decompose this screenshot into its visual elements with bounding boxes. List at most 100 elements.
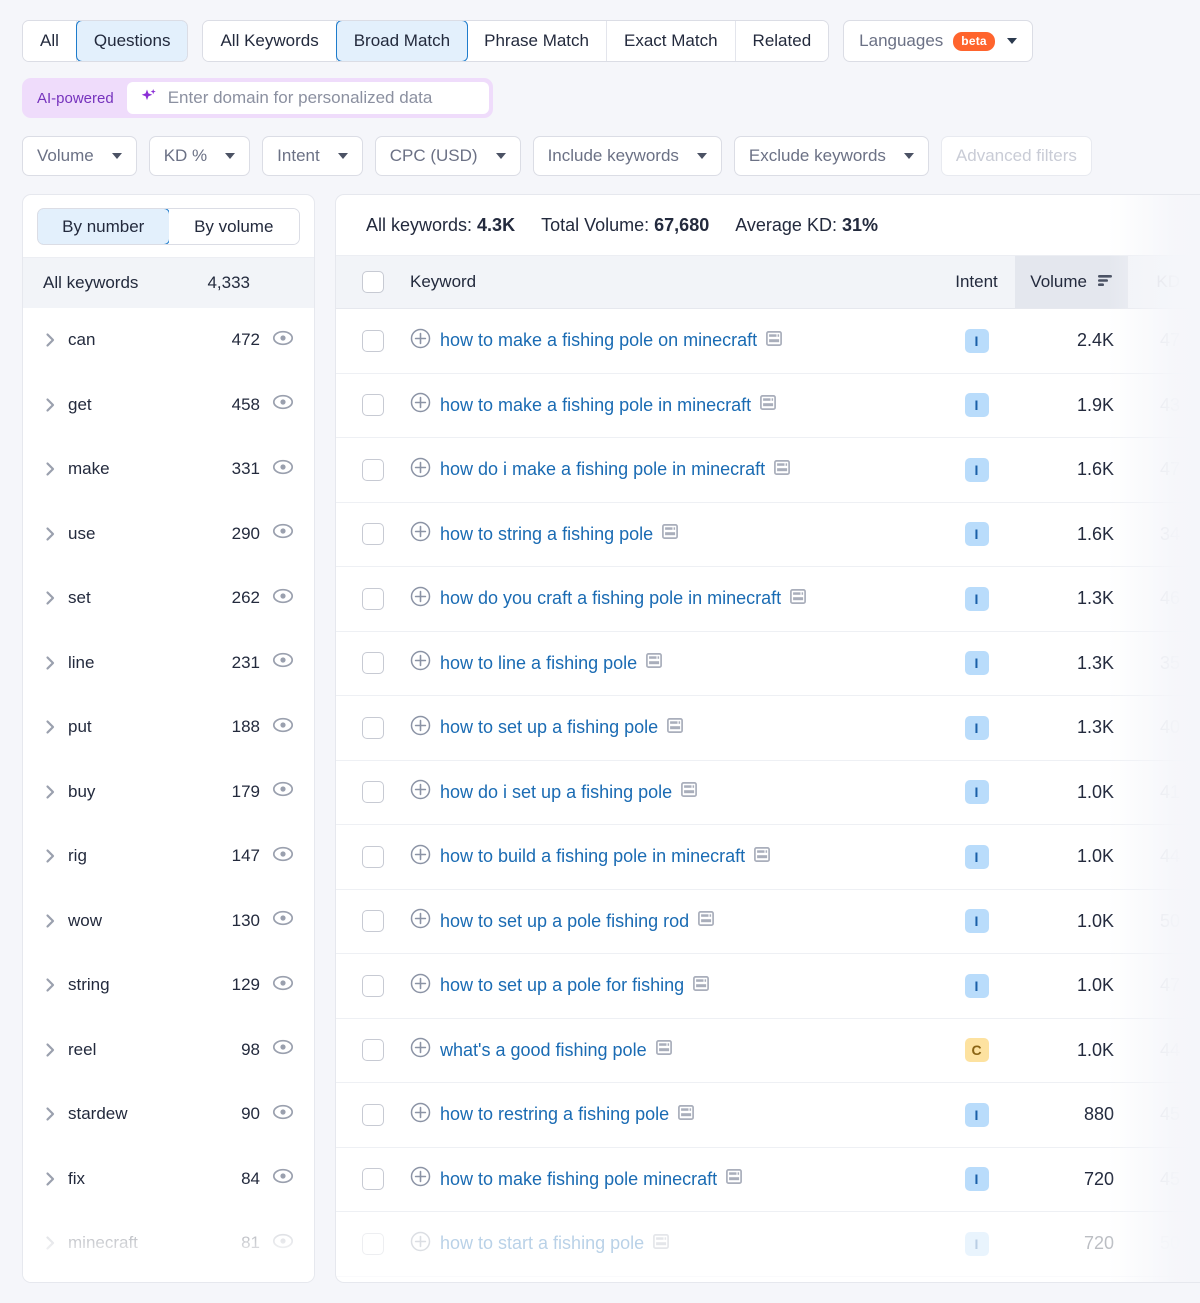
intent-badge[interactable]: I: [964, 1102, 989, 1127]
chevron-right-icon[interactable]: [37, 332, 63, 348]
serp-features-icon[interactable]: [760, 395, 777, 415]
serp-features-icon[interactable]: [726, 1169, 743, 1189]
chevron-right-icon[interactable]: [37, 1171, 63, 1187]
filter-cpc-usd-[interactable]: CPC (USD): [374, 136, 521, 176]
tab-broad-match[interactable]: Broad Match: [335, 21, 469, 61]
keyword-link[interactable]: how to make a fishing pole on minecraft: [440, 330, 757, 351]
row-checkbox[interactable]: [362, 781, 384, 804]
filter-include-keywords[interactable]: Include keywords: [532, 136, 722, 176]
keyword-link[interactable]: how do you craft a fishing pole in minec…: [440, 588, 781, 609]
keyword-link[interactable]: how to build a fishing pole in minecraft: [440, 846, 745, 867]
eye-icon[interactable]: [272, 330, 294, 351]
chevron-right-icon[interactable]: [37, 913, 63, 929]
tab-exact-match[interactable]: Exact Match: [607, 21, 736, 61]
row-checkbox[interactable]: [362, 458, 384, 481]
table-row[interactable]: how to make a fishing pole on minecraft I…: [336, 309, 1200, 374]
row-checkbox[interactable]: [362, 587, 384, 610]
eye-icon[interactable]: [272, 1039, 294, 1060]
intent-badge[interactable]: I: [964, 1167, 989, 1192]
add-keyword-icon[interactable]: [410, 1037, 431, 1063]
sidebar-item-wow[interactable]: wow 130: [23, 889, 314, 954]
serp-features-icon[interactable]: [693, 975, 710, 996]
table-row[interactable]: how to build a fishing pole in minecraft…: [336, 825, 1200, 890]
eye-icon[interactable]: [272, 523, 294, 544]
table-row[interactable]: how to string a fishing pole I 1.6K 34: [336, 503, 1200, 567]
chevron-right-icon[interactable]: [37, 784, 63, 800]
table-row[interactable]: how to start a fishing pole I 720 50: [336, 1212, 1200, 1277]
tab-all[interactable]: All: [23, 21, 77, 61]
tab-phrase-match[interactable]: Phrase Match: [467, 21, 607, 61]
intent-badge[interactable]: I: [964, 780, 989, 805]
serp-features-icon[interactable]: [766, 330, 783, 351]
add-keyword-icon[interactable]: [410, 521, 431, 547]
chevron-right-icon[interactable]: [37, 1235, 63, 1251]
tab-related[interactable]: Related: [735, 21, 829, 61]
serp-features-icon[interactable]: [790, 588, 807, 609]
row-checkbox[interactable]: [362, 523, 384, 546]
sidebar-item-can[interactable]: can 472: [23, 308, 314, 373]
chevron-right-icon[interactable]: [37, 977, 63, 993]
sidebar-sort-by-number[interactable]: By number: [38, 209, 170, 244]
table-row[interactable]: how to restring a fishing pole I 880 45: [336, 1083, 1200, 1148]
keyword-link[interactable]: how do i set up a fishing pole: [440, 782, 672, 803]
row-checkbox[interactable]: [362, 974, 384, 997]
intent-badge[interactable]: C: [964, 1038, 989, 1063]
chevron-right-icon[interactable]: [37, 655, 63, 671]
keyword-link[interactable]: what's a good fishing pole: [440, 1040, 647, 1061]
select-all-checkbox[interactable]: [362, 271, 384, 293]
filter-exclude-keywords[interactable]: Exclude keywords: [733, 136, 929, 176]
chevron-right-icon[interactable]: [37, 461, 63, 477]
sidebar-item-make[interactable]: make 331: [23, 437, 314, 502]
chevron-right-icon[interactable]: [37, 848, 63, 864]
table-row[interactable]: how to line a fishing pole I 1.3K 35: [336, 632, 1200, 696]
add-keyword-icon[interactable]: [410, 908, 431, 934]
serp-features-icon[interactable]: [646, 653, 663, 673]
add-keyword-icon[interactable]: [410, 715, 431, 741]
row-checkbox[interactable]: [362, 652, 384, 675]
row-checkbox[interactable]: [362, 716, 384, 739]
add-keyword-icon[interactable]: [410, 328, 431, 354]
sidebar-item-set[interactable]: set 262: [23, 566, 314, 631]
tab-questions[interactable]: Questions: [75, 21, 188, 61]
languages-dropdown[interactable]: Languages beta: [843, 20, 1033, 62]
keyword-link[interactable]: how to make a fishing pole in minecraft: [440, 395, 751, 416]
filter-intent[interactable]: Intent: [262, 136, 363, 176]
eye-icon[interactable]: [272, 1104, 294, 1125]
filter-kd-[interactable]: KD %: [148, 136, 251, 176]
chevron-right-icon[interactable]: [37, 719, 63, 735]
serp-features-icon[interactable]: [667, 717, 684, 738]
table-row[interactable]: how to make fishing pole minecraft I 720 45: [336, 1148, 1200, 1212]
sidebar-item-rig[interactable]: rig 147: [23, 824, 314, 889]
serp-features-icon[interactable]: [698, 911, 715, 931]
add-keyword-icon[interactable]: [410, 457, 431, 483]
keyword-link[interactable]: how to make fishing pole minecraft: [440, 1169, 717, 1190]
table-row[interactable]: how do i set up a fishing pole I 1.0K 41: [336, 761, 1200, 825]
keyword-link[interactable]: how to set up a pole for fishing: [440, 975, 684, 996]
add-keyword-icon[interactable]: [410, 586, 431, 612]
keyword-link[interactable]: how to line a fishing pole: [440, 653, 637, 674]
eye-icon[interactable]: [272, 459, 294, 480]
table-row[interactable]: how do you craft a fishing pole in minec…: [336, 567, 1200, 632]
sidebar-item-put[interactable]: put 188: [23, 695, 314, 760]
sidebar-item-get[interactable]: get 458: [23, 373, 314, 438]
table-row[interactable]: what's a good fishing pole C 1.0K 44: [336, 1019, 1200, 1083]
chevron-right-icon[interactable]: [37, 397, 63, 413]
row-checkbox[interactable]: [362, 910, 384, 933]
sidebar-item-use[interactable]: use 290: [23, 502, 314, 567]
column-header-kd[interactable]: KD: [1128, 256, 1200, 308]
keyword-link[interactable]: how to set up a fishing pole: [440, 717, 658, 738]
eye-icon[interactable]: [272, 588, 294, 609]
sidebar-item-fix[interactable]: fix 84: [23, 1147, 314, 1212]
add-keyword-icon[interactable]: [410, 650, 431, 676]
add-keyword-icon[interactable]: [410, 779, 431, 805]
add-keyword-icon[interactable]: [410, 1231, 431, 1257]
eye-icon[interactable]: [272, 394, 294, 415]
eye-icon[interactable]: [272, 975, 294, 996]
add-keyword-icon[interactable]: [410, 1102, 431, 1128]
row-checkbox[interactable]: [362, 394, 384, 417]
intent-badge[interactable]: I: [964, 844, 989, 869]
intent-badge[interactable]: I: [964, 1231, 989, 1256]
intent-badge[interactable]: I: [964, 909, 989, 934]
column-header-keyword[interactable]: Keyword: [410, 256, 938, 308]
table-row[interactable]: how do i make a fishing pole in minecraf…: [336, 438, 1200, 503]
